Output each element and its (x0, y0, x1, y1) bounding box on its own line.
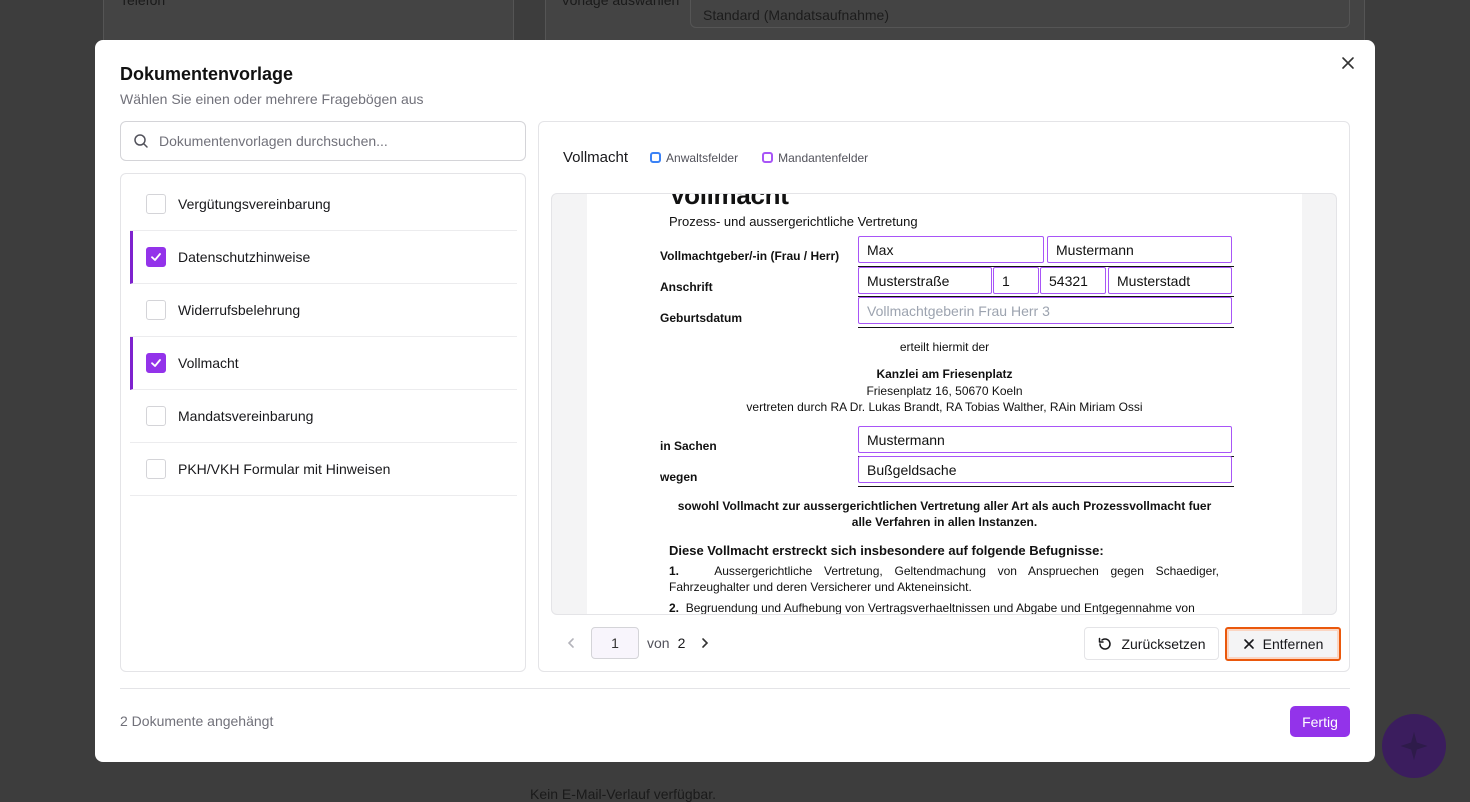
check-icon (151, 359, 161, 367)
doc-power-text: Aussergerichtliche Vertretung, Geltendma… (669, 564, 1219, 594)
doc-firm-address: Friesenplatz 16, 50670 Koeln (866, 384, 1023, 398)
doc-power-number: 2. (669, 601, 680, 615)
doc-power-2: 2. Begruendung und Aufhebung von Vertrag… (669, 600, 1219, 615)
field-last-name[interactable]: Mustermann (1047, 236, 1232, 263)
template-item-widerrufsbelehrung[interactable]: Widerrufsbelehrung (130, 284, 517, 337)
template-search[interactable] (120, 121, 526, 161)
template-list: Vergütungsvereinbarung Datenschutzhinwei… (120, 173, 526, 672)
doc-power-number: 1. (669, 564, 680, 578)
checkbox[interactable] (146, 406, 166, 426)
background-template-select-value: Standard (Mandatsaufnahme) (703, 7, 889, 23)
background-phone-label: Telefon (120, 0, 166, 8)
document-page: Vollmacht Prozess- und aussergerichtlich… (587, 193, 1302, 615)
doc-grants-text: erteilt hiermit der (899, 340, 990, 354)
preview-title: Vollmacht (563, 149, 629, 166)
field-regarding[interactable]: Bußgeldsache (858, 456, 1232, 483)
legend-label: Anwaltsfelder (666, 150, 739, 165)
background-template-select-label: Vorlage auswählen (561, 0, 680, 8)
legend-label: Mandantenfelder (778, 150, 869, 165)
reset-button-label: Zurücksetzen (1121, 635, 1206, 652)
template-item-datenschutzhinweise[interactable]: Datenschutzhinweise (130, 231, 517, 284)
divider (858, 327, 1234, 328)
template-item-verguetungsvereinbarung[interactable]: Vergütungsvereinbarung (130, 178, 517, 231)
template-item-pkh-vkh[interactable]: PKH/VKH Formular mit Hinweisen (130, 443, 517, 496)
doc-heading: Vollmacht (669, 193, 789, 210)
field-zip[interactable]: 54321 (1040, 267, 1106, 294)
checkbox[interactable] (146, 300, 166, 320)
template-item-label: Widerrufsbelehrung (178, 302, 301, 318)
reset-button[interactable]: Zurücksetzen (1084, 627, 1219, 660)
check-icon (151, 253, 161, 261)
template-item-label: PKH/VKH Formular mit Hinweisen (178, 461, 391, 477)
doc-scope-line-1: sowohl Vollmacht zur aussergerichtlichen… (677, 499, 1212, 513)
dialog-subtitle: Wählen Sie einen oder mehrere Fragebögen… (120, 91, 424, 107)
field-house-number[interactable]: 1 (993, 267, 1039, 294)
doc-powers-heading: Diese Vollmacht erstreckt sich insbesond… (669, 543, 1104, 558)
ai-assistant-button[interactable] (1382, 714, 1446, 778)
document-preview-panel: Vollmacht Anwaltsfelder Mandantenfelder … (538, 121, 1350, 672)
doc-firm-name: Kanzlei am Friesenplatz (876, 367, 1013, 381)
rotate-ccw-icon (1099, 637, 1112, 650)
document-viewer[interactable]: Vollmacht Prozess- und aussergerichtlich… (551, 193, 1337, 615)
template-item-label: Datenschutzhinweise (178, 249, 311, 265)
doc-label-regarding: wegen (660, 470, 698, 484)
remove-button[interactable]: Entfernen (1225, 627, 1341, 661)
client-color-swatch (762, 152, 774, 163)
close-icon (1243, 639, 1254, 649)
footer-divider (120, 688, 1350, 689)
page-number-input[interactable]: 1 (591, 627, 639, 659)
doc-label-birthdate: Geburtsdatum (660, 311, 743, 325)
sparkle-icon (1400, 731, 1428, 761)
checkbox-checked[interactable] (146, 247, 166, 267)
doc-label-grantor: Vollmachtgeber/-in (Frau / Herr) (660, 249, 840, 263)
field-first-name[interactable]: Max (858, 236, 1044, 263)
legend-lawyer-fields: Anwaltsfelder (650, 151, 738, 165)
template-item-label: Vollmacht (178, 355, 239, 371)
checkbox-checked[interactable] (146, 353, 166, 373)
template-item-mandatsvereinbarung[interactable]: Mandatsvereinbarung (130, 390, 517, 443)
doc-power-text: Begruendung und Aufhebung von Vertragsve… (685, 601, 1195, 615)
field-street[interactable]: Musterstraße (858, 267, 992, 294)
page-total: 2 (677, 635, 686, 651)
doc-label-matter: in Sachen (660, 439, 717, 453)
dialog-title: Dokumentenvorlage (120, 64, 294, 84)
search-icon (134, 134, 148, 148)
close-icon[interactable] (1339, 56, 1357, 74)
field-city[interactable]: Musterstadt (1108, 267, 1232, 294)
doc-firm-representatives: vertreten durch RA Dr. Lukas Brandt, RA … (746, 400, 1143, 414)
attached-count: 2 Dokumente angehängt (120, 713, 274, 729)
chevron-right-icon[interactable] (693, 631, 717, 655)
template-item-label: Vergütungsvereinbarung (178, 196, 331, 212)
doc-power-1: 1. Aussergerichtliche Vertretung, Gelten… (669, 563, 1219, 595)
doc-scope-line-2: alle Verfahren in allen Instanzen. (851, 515, 1038, 529)
document-template-dialog: Dokumentenvorlage Wählen Sie einen oder … (95, 40, 1375, 762)
field-birthdate[interactable]: Vollmachtgeberin Frau Herr 3 (858, 297, 1232, 324)
pagination: 1 von 2 (559, 627, 717, 659)
divider (858, 486, 1234, 487)
checkbox[interactable] (146, 194, 166, 214)
lawyer-color-swatch (650, 152, 662, 163)
doc-subheading: Prozess- und aussergerichtliche Vertretu… (669, 214, 918, 229)
template-item-label: Mandatsvereinbarung (178, 408, 314, 424)
page-of-label: von (647, 635, 670, 651)
doc-label-address: Anschrift (660, 280, 713, 294)
template-item-vollmacht[interactable]: Vollmacht (130, 337, 517, 390)
background-email-history-empty: Kein E-Mail-Verlauf verfügbar. (530, 786, 716, 802)
search-input[interactable] (159, 133, 525, 149)
checkbox[interactable] (146, 459, 166, 479)
chevron-left-icon[interactable] (559, 631, 583, 655)
background-template-select[interactable]: Standard (Mandatsaufnahme) (690, 0, 1350, 28)
field-matter[interactable]: Mustermann (858, 426, 1232, 453)
legend-client-fields: Mandantenfelder (762, 151, 868, 165)
done-button[interactable]: Fertig (1290, 706, 1350, 737)
remove-button-label: Entfernen (1262, 636, 1324, 652)
